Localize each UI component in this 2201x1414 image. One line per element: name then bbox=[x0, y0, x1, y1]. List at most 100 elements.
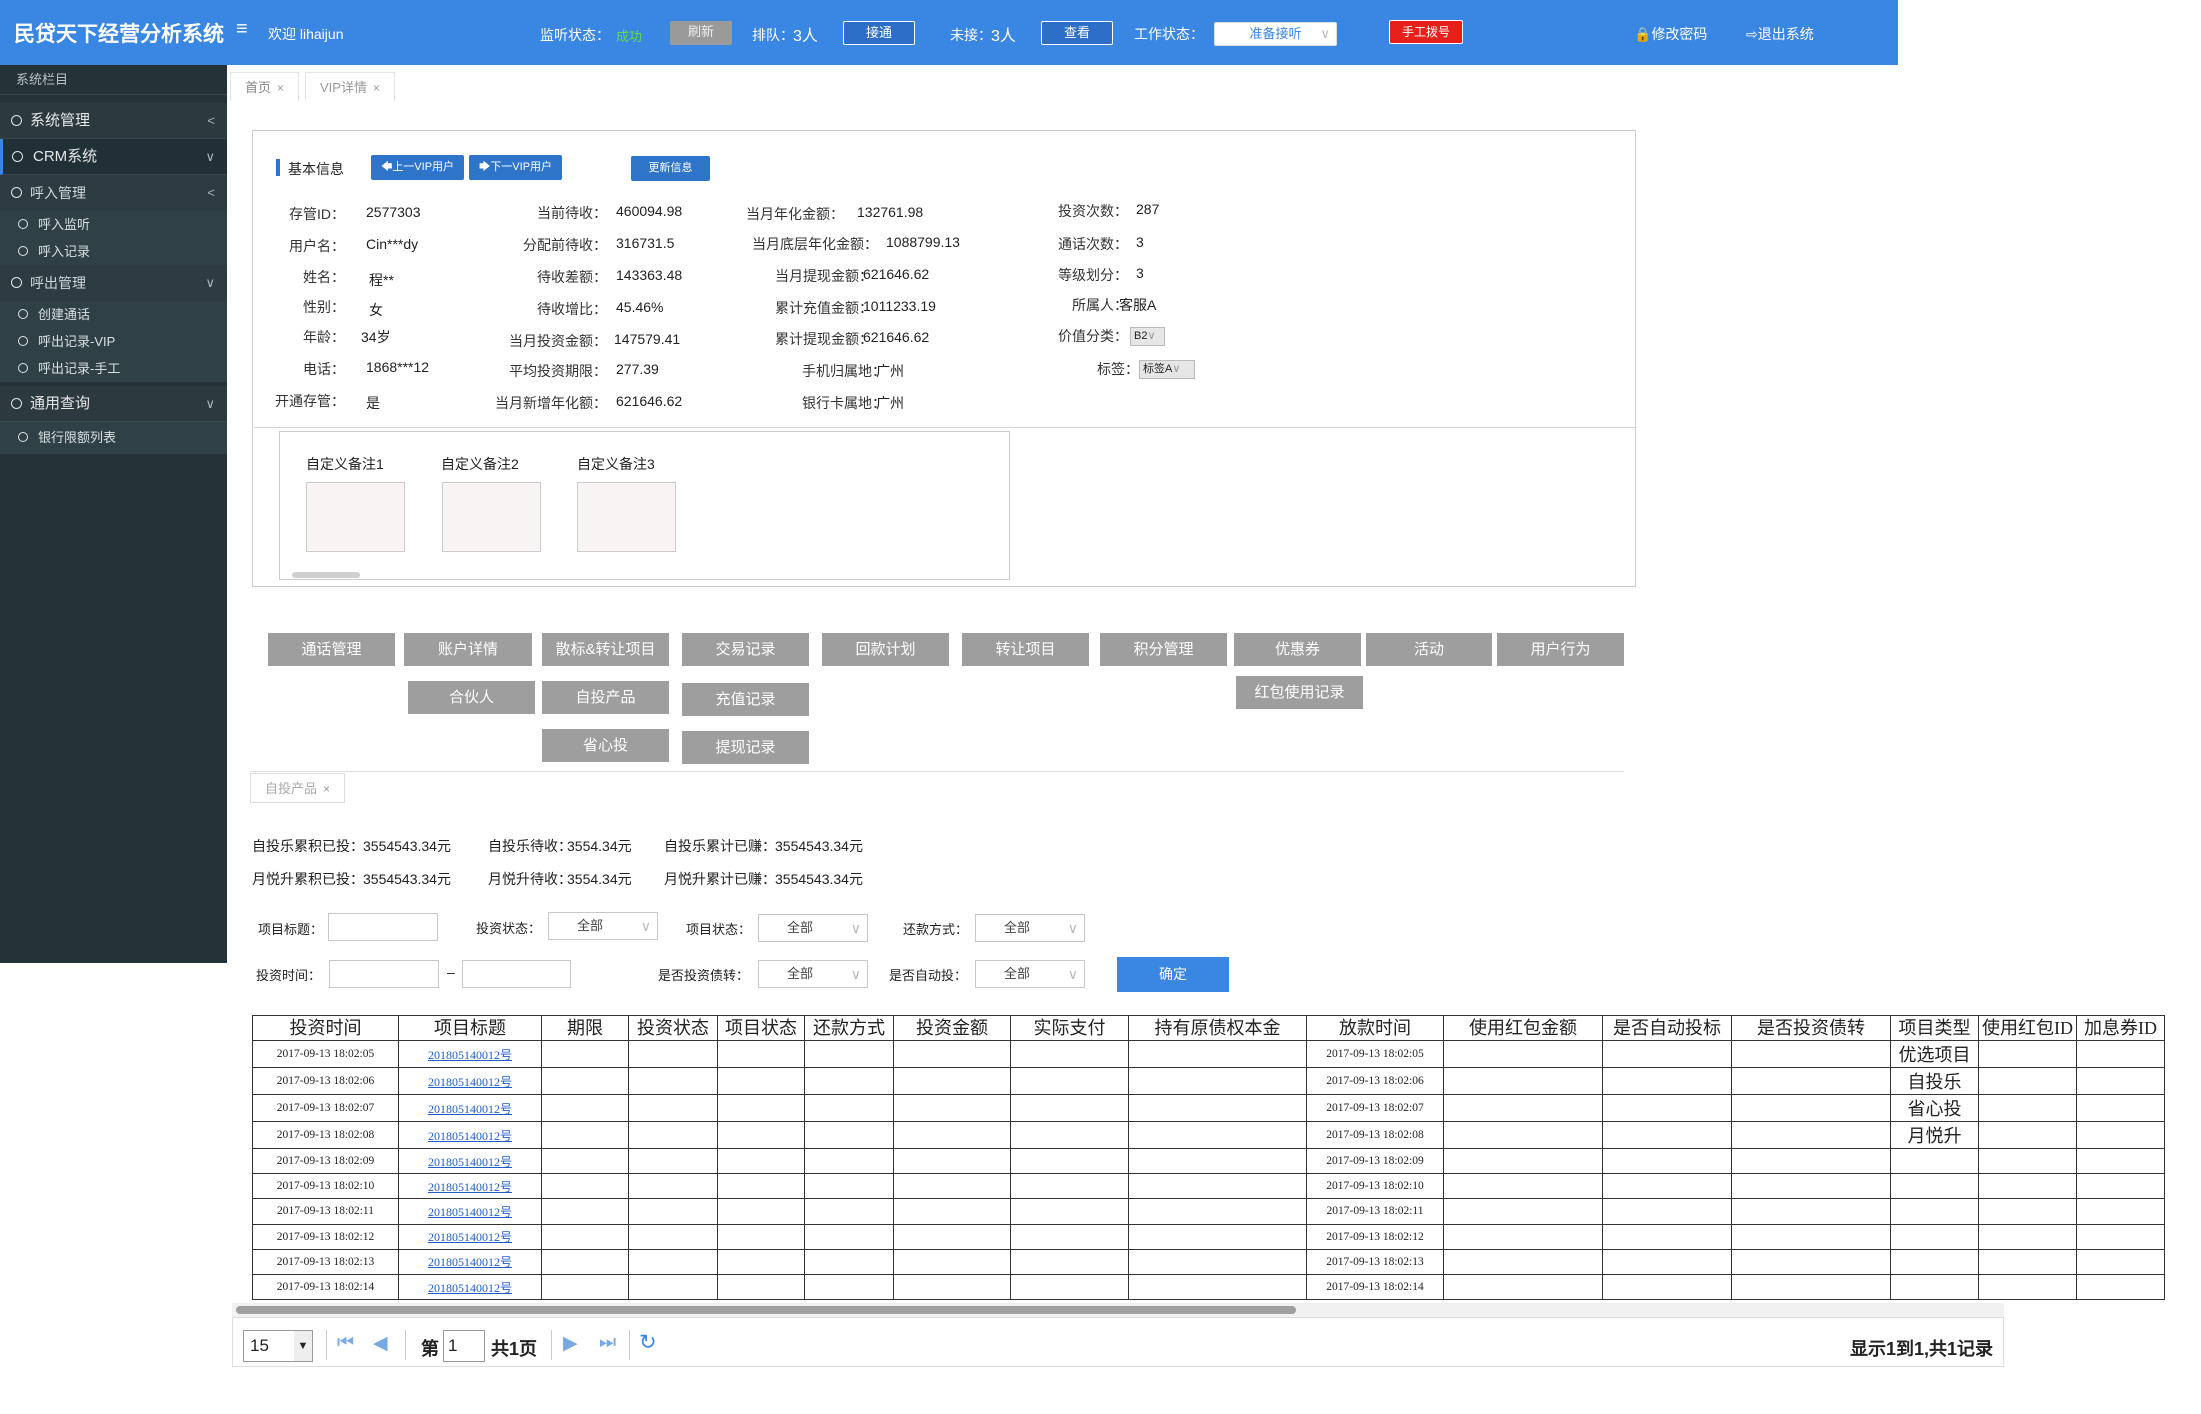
field-value: 277.39 bbox=[616, 361, 659, 377]
note-label: 自定义备注1 bbox=[306, 456, 384, 472]
field-value: 1088799.13 bbox=[886, 234, 960, 250]
sidebar-item-crm[interactable]: CRM系统 ∨ bbox=[0, 139, 227, 175]
invest-time-start-input[interactable] bbox=[329, 960, 439, 988]
table-cell bbox=[804, 1223, 894, 1250]
sidebar-item-outbound-manual[interactable]: 呼出记录-手工 bbox=[0, 355, 227, 382]
table-row: 2017-09-13 18:02:11 201805140012号 2017-09-… bbox=[252, 1198, 2165, 1225]
project-title-link[interactable]: 201805140012号 bbox=[428, 1048, 512, 1062]
page-number-input[interactable]: 1 bbox=[443, 1330, 485, 1362]
confirm-button[interactable]: 确定 bbox=[1117, 957, 1229, 992]
action-button[interactable]: 自投产品 bbox=[542, 681, 669, 714]
next-page-icon[interactable]: ▶ bbox=[563, 1332, 578, 1355]
action-button[interactable]: 活动 bbox=[1366, 633, 1492, 666]
horizontal-scrollbar[interactable] bbox=[292, 572, 360, 578]
scrollbar-thumb[interactable] bbox=[236, 1306, 1296, 1314]
field-label: 通话次数： bbox=[1058, 236, 1128, 252]
sidebar-item-query[interactable]: 通用查询 ∨ bbox=[0, 386, 227, 422]
invest-time-end-input[interactable] bbox=[462, 960, 571, 988]
action-button[interactable]: 充值记录 bbox=[682, 683, 809, 716]
table-cell bbox=[541, 1121, 629, 1149]
project-title-link[interactable]: 201805140012号 bbox=[428, 1205, 512, 1219]
action-button[interactable]: 优惠券 bbox=[1234, 633, 1361, 666]
close-icon[interactable]: × bbox=[323, 782, 330, 796]
action-button[interactable]: 省心投 bbox=[542, 729, 669, 762]
first-page-icon[interactable]: ⏮ bbox=[337, 1332, 354, 1354]
table-cell bbox=[893, 1067, 1011, 1095]
refresh-button[interactable]: 刷新 bbox=[670, 21, 732, 45]
sidebar-item-inbound-monitor[interactable]: 呼入监听 bbox=[0, 211, 227, 238]
table-cell bbox=[1890, 1173, 1979, 1200]
action-button[interactable]: 账户详情 bbox=[404, 633, 532, 666]
action-button[interactable]: 交易记录 bbox=[682, 633, 809, 666]
close-icon[interactable]: × bbox=[373, 81, 380, 95]
table-cell bbox=[1443, 1273, 1603, 1301]
field-label: 待收差额： bbox=[537, 269, 607, 285]
prev-vip-button[interactable]: 🡄上一VIP用户 bbox=[371, 155, 464, 180]
action-button[interactable]: 红包使用记录 bbox=[1236, 676, 1363, 709]
project-title-link[interactable]: 201805140012号 bbox=[428, 1230, 512, 1244]
repay-method-select[interactable]: 全部 ∨ bbox=[975, 914, 1085, 942]
next-vip-button[interactable]: 🡆下一VIP用户 bbox=[469, 155, 562, 180]
logout-link[interactable]: ⇨退出系统 bbox=[1746, 24, 1814, 44]
note-textarea-3[interactable] bbox=[577, 482, 676, 552]
project-title-link[interactable]: 201805140012号 bbox=[428, 1255, 512, 1269]
action-button[interactable]: 合伙人 bbox=[408, 681, 535, 714]
sidebar-item-bank-limit[interactable]: 银行限额列表 bbox=[0, 422, 227, 454]
tag-select[interactable]: 标签A∨ bbox=[1139, 360, 1195, 379]
value-class-select[interactable]: B2∨ bbox=[1130, 327, 1165, 346]
filter-label: 投资时间： bbox=[256, 968, 322, 983]
sidebar-item-inbound-records[interactable]: 呼入记录 bbox=[0, 238, 227, 265]
connect-button[interactable]: 接通 bbox=[843, 21, 915, 45]
sidebar-item-system[interactable]: 系统管理 < bbox=[0, 103, 227, 139]
project-title-link[interactable]: 201805140012号 bbox=[428, 1281, 512, 1295]
table-cell bbox=[1602, 1094, 1732, 1122]
tab-self-invest[interactable]: 自投产品 × bbox=[250, 773, 346, 803]
action-button[interactable]: 通话管理 bbox=[268, 633, 395, 666]
note-textarea-2[interactable] bbox=[442, 482, 541, 552]
auto-invest-select[interactable]: 全部 ∨ bbox=[975, 960, 1085, 988]
action-button[interactable]: 用户行为 bbox=[1497, 633, 1624, 666]
sidebar-item-outbound[interactable]: 呼出管理 ∨ bbox=[0, 265, 227, 301]
action-button[interactable]: 转让项目 bbox=[962, 633, 1089, 666]
field-label: 电话： bbox=[303, 361, 345, 377]
manual-dial-button[interactable]: 手工拨号 bbox=[1389, 20, 1463, 44]
menu-toggle-icon[interactable]: ≡ bbox=[236, 18, 248, 41]
refresh-icon[interactable]: ↻ bbox=[639, 1330, 657, 1355]
sidebar-item-outbound-vip[interactable]: 呼出记录-VIP bbox=[0, 328, 227, 355]
invest-status-select[interactable]: 全部 ∨ bbox=[548, 912, 658, 940]
table-cell bbox=[1010, 1273, 1129, 1301]
project-title-link[interactable]: 201805140012号 bbox=[428, 1129, 512, 1143]
tab-vip-detail[interactable]: VIP详情 × bbox=[305, 72, 395, 101]
tab-home[interactable]: 首页 × bbox=[230, 72, 300, 101]
table-cell bbox=[541, 1248, 629, 1275]
note-textarea-1[interactable] bbox=[306, 482, 405, 552]
column-header: 投资状态 bbox=[628, 1015, 718, 1041]
sidebar-item-create-call[interactable]: 创建通话 bbox=[0, 301, 227, 328]
project-title-link[interactable]: 201805140012号 bbox=[428, 1075, 512, 1089]
transfer-select[interactable]: 全部 ∨ bbox=[758, 960, 868, 988]
prev-page-icon[interactable]: ◀ bbox=[373, 1332, 388, 1355]
project-title-link[interactable]: 201805140012号 bbox=[428, 1180, 512, 1194]
project-title-link[interactable]: 201805140012号 bbox=[428, 1155, 512, 1169]
column-header: 持有原债权本金 bbox=[1128, 1015, 1307, 1041]
action-button[interactable]: 积分管理 bbox=[1100, 633, 1227, 666]
close-icon[interactable]: × bbox=[277, 81, 284, 95]
page-size-select[interactable]: 15 ▼ bbox=[243, 1330, 313, 1362]
table-row: 2017-09-13 18:02:07 201805140012号 2017-09-… bbox=[252, 1094, 2165, 1122]
view-button[interactable]: 查看 bbox=[1041, 21, 1113, 45]
action-button[interactable]: 回款计划 bbox=[822, 633, 949, 666]
change-password-link[interactable]: 🔒修改密码 bbox=[1634, 24, 1707, 44]
action-button[interactable]: 提现记录 bbox=[682, 731, 809, 764]
project-title-link[interactable]: 201805140012号 bbox=[428, 1102, 512, 1116]
action-button[interactable]: 散标&转让项目 bbox=[542, 633, 669, 666]
table-cell bbox=[1602, 1147, 1732, 1175]
sidebar-item-inbound[interactable]: 呼入管理 < bbox=[0, 175, 227, 211]
last-page-icon[interactable]: ⏭ bbox=[599, 1332, 616, 1354]
update-info-button[interactable]: 更新信息 bbox=[631, 156, 710, 181]
circle-icon bbox=[18, 308, 28, 319]
table-cell bbox=[1443, 1040, 1603, 1068]
project-title-input[interactable] bbox=[328, 913, 438, 941]
project-status-select[interactable]: 全部 ∨ bbox=[758, 914, 868, 942]
table-scrollbar[interactable] bbox=[232, 1303, 2004, 1317]
work-status-select[interactable]: 准备接听 ∨ bbox=[1214, 22, 1337, 46]
